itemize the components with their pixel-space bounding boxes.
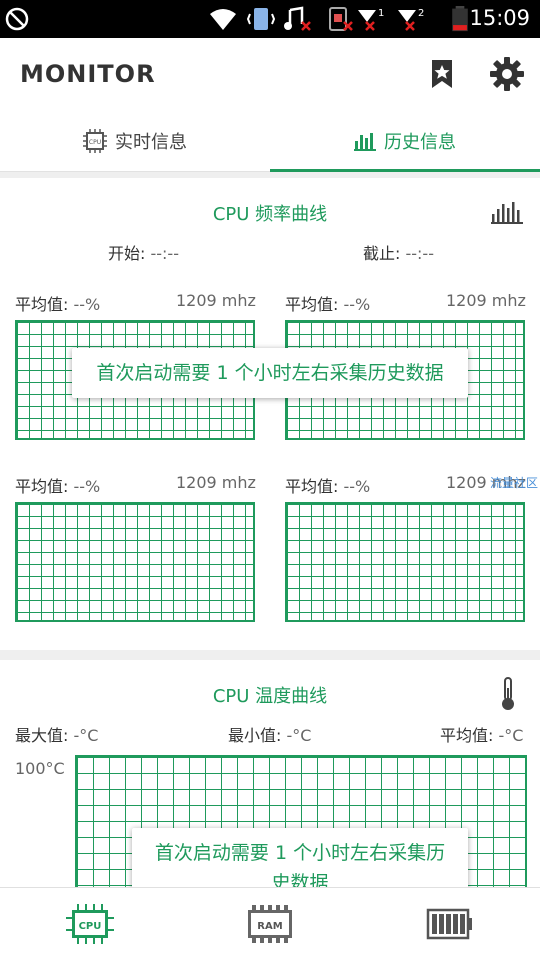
app-bar: MONITOR <box>0 38 540 110</box>
nav-ram-label: RAM <box>257 921 282 932</box>
gear-icon[interactable] <box>489 56 525 92</box>
tab-bar: CPU 实时信息 历史信息 <box>0 110 540 172</box>
end-time: 截止: --:-- <box>363 244 434 263</box>
sim-card-icon <box>329 7 353 31</box>
core-3-frequency: 1209 mhz <box>176 473 256 492</box>
no-sim-icon <box>5 7 29 31</box>
tab-realtime[interactable]: CPU 实时信息 <box>0 110 270 172</box>
thermometer-icon[interactable] <box>498 676 518 712</box>
signal-2-icon: 2 <box>398 8 424 31</box>
status-bar: 1 2 15:09 <box>0 0 540 38</box>
clock: 15:09 <box>469 6 530 30</box>
battery-icon <box>452 6 468 32</box>
bar-chart-icon[interactable] <box>491 200 523 224</box>
bar-chart-icon <box>354 133 376 151</box>
nav-cpu-button[interactable]: CPU <box>66 904 114 944</box>
core-3-average: 平均值: --% <box>15 477 101 496</box>
max-temperature: 最大值: -°C <box>15 726 99 745</box>
nav-battery-button[interactable] <box>426 904 474 944</box>
avg-temperature: 平均值: -°C <box>440 726 524 745</box>
cpu-chip-icon: CPU <box>83 129 107 153</box>
wifi-icon <box>210 9 236 30</box>
tab-history-label: 历史信息 <box>384 132 456 153</box>
svg-text:CPU: CPU <box>89 139 101 146</box>
cpu-temperature-card: CPU 温度曲线 最大值: -°C 最小值: -°C 平均值: -°C 100°… <box>0 660 540 890</box>
overlay-community-link[interactable]: 流量社区 <box>490 474 538 491</box>
collecting-data-toast: 首次启动需要 1 个小时左右采集历史数据 <box>132 828 468 890</box>
battery-icon <box>426 908 472 940</box>
core-2-frequency: 1209 mhz <box>446 291 526 310</box>
cpu-frequency-card: CPU 频率曲线 开始: --:-- --:-- 截止: --:-- 平均值: … <box>0 178 540 650</box>
nav-cpu-label: CPU <box>79 921 102 932</box>
nav-ram-button[interactable]: RAM <box>246 904 294 944</box>
app-title: MONITOR <box>20 60 156 88</box>
tab-realtime-label: 实时信息 <box>115 132 187 153</box>
bottom-navigation: CPU RAM <box>0 887 540 960</box>
core-2-average: 平均值: --% <box>285 295 371 314</box>
svg-text:2: 2 <box>418 8 424 19</box>
vibrate-icon <box>246 8 276 30</box>
svg-text:1: 1 <box>378 8 384 19</box>
music-off-icon <box>284 6 311 31</box>
cpu-frequency-title: CPU 频率曲线 <box>212 204 328 225</box>
signal-1-icon: 1 <box>358 8 384 31</box>
tab-history[interactable]: 历史信息 <box>270 110 540 172</box>
start-time: 开始: --:-- --:-- <box>108 244 179 263</box>
core-1-average: 平均值: --% <box>15 295 101 314</box>
core-4-average: 平均值: --% <box>285 477 371 496</box>
temperature-axis-max: 100°C <box>15 759 65 778</box>
collecting-data-toast: 首次启动需要 1 个小时左右采集历史数据 <box>72 348 468 398</box>
min-temperature: 最小值: -°C <box>228 726 312 745</box>
bookmark-star-icon[interactable] <box>424 56 460 92</box>
active-tab-indicator <box>270 169 540 172</box>
core-4-graph <box>285 502 525 622</box>
core-3-graph <box>15 502 255 622</box>
core-1-frequency: 1209 mhz <box>176 291 256 310</box>
cpu-temperature-title: CPU 温度曲线 <box>212 686 328 707</box>
